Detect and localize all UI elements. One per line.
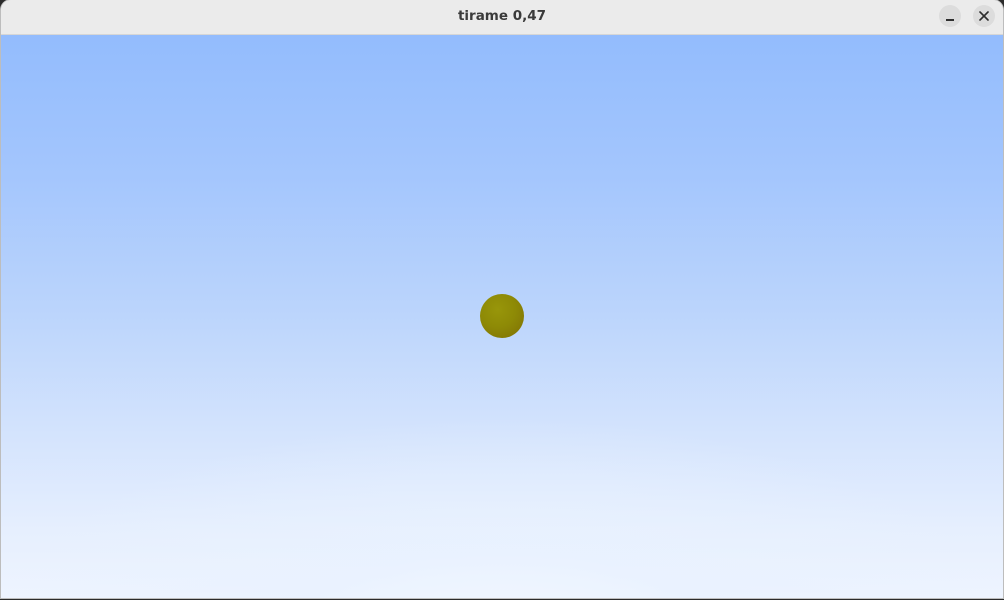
window-title: tirame 0,47 <box>457 8 547 24</box>
close-button[interactable] <box>973 5 995 27</box>
close-icon <box>979 11 989 21</box>
ball <box>480 294 524 338</box>
game-viewport[interactable] <box>1 35 1003 598</box>
minimize-icon <box>946 19 954 21</box>
game-window: tirame 0,47 <box>1 0 1003 598</box>
title-bar[interactable]: tirame 0,47 <box>1 0 1003 35</box>
minimize-button[interactable] <box>939 5 961 27</box>
